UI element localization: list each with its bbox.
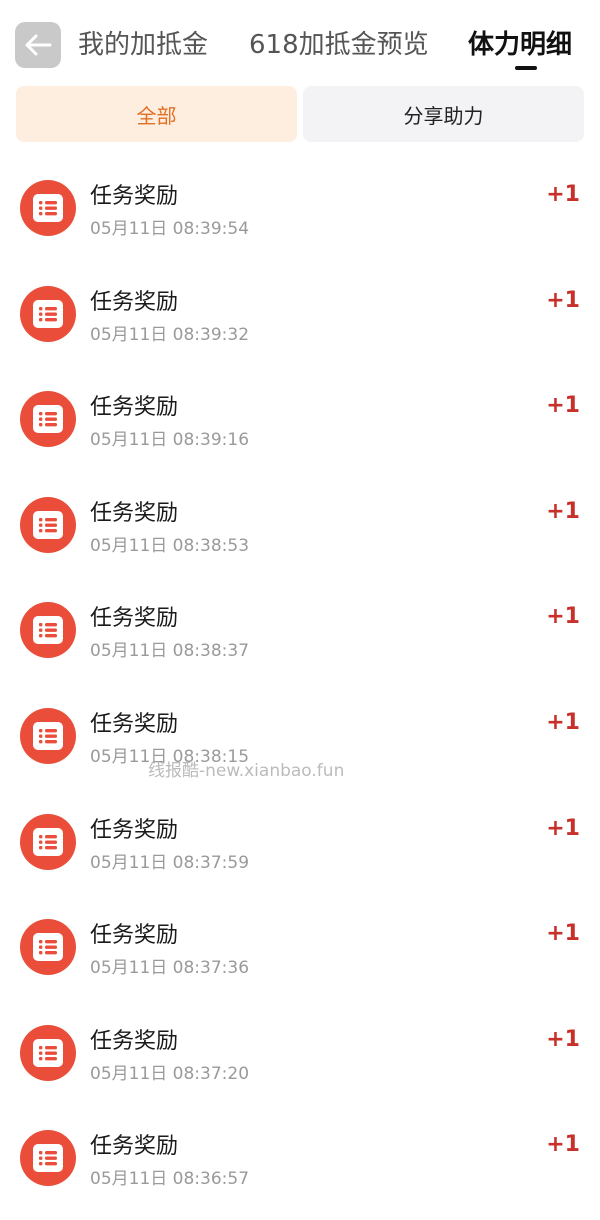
record-amount: +1 xyxy=(546,393,580,419)
page: 我的加抵金 618加抵金预览 体力明细 全部 分享助力 任务奖励 05月11日 … xyxy=(0,0,600,1220)
record-title: 任务奖励 xyxy=(90,923,179,949)
list-item[interactable]: 任务奖励 05月11日 08:38:37 +1 xyxy=(0,578,600,684)
list-icon xyxy=(20,1024,76,1081)
record-amount: +1 xyxy=(546,709,580,735)
record-title: 任务奖励 xyxy=(90,1028,179,1054)
record-time: 05月11日 08:39:16 xyxy=(90,430,250,451)
back-button[interactable] xyxy=(15,22,61,68)
record-title: 任务奖励 xyxy=(90,711,179,737)
record-title: 任务奖励 xyxy=(90,289,179,315)
filter-all-button[interactable]: 全部 xyxy=(16,86,297,142)
filter-bar: 全部 分享助力 xyxy=(16,86,584,142)
tab-my-deduction[interactable]: 我的加抵金 xyxy=(78,22,208,68)
record-amount: +1 xyxy=(546,1026,580,1052)
record-list: 任务奖励 05月11日 08:39:54 +1 任务奖励 05月11日 08:3… xyxy=(0,156,600,1212)
record-title: 任务奖励 xyxy=(90,606,179,632)
list-icon xyxy=(20,707,76,764)
header: 我的加抵金 618加抵金预览 体力明细 xyxy=(0,0,600,88)
watermark: 线报酷-new.xianbao.fun xyxy=(148,761,345,781)
record-time: 05月11日 08:36:57 xyxy=(90,1169,250,1190)
list-item[interactable]: 任务奖励 05月11日 08:38:53 +1 xyxy=(0,473,600,579)
record-amount: +1 xyxy=(546,287,580,313)
record-title: 任务奖励 xyxy=(90,500,179,526)
record-amount: +1 xyxy=(546,498,580,524)
list-item[interactable]: 任务奖励 05月11日 08:37:36 +1 xyxy=(0,895,600,1001)
record-title: 任务奖励 xyxy=(90,1134,179,1160)
list-icon xyxy=(20,813,76,870)
record-amount: +1 xyxy=(546,815,580,841)
record-time: 05月11日 08:37:20 xyxy=(90,1063,250,1084)
record-time: 05月11日 08:37:59 xyxy=(90,852,250,873)
list-icon xyxy=(20,919,76,976)
record-time: 05月11日 08:39:54 xyxy=(90,219,250,239)
record-title: 任务奖励 xyxy=(90,184,179,209)
filter-share-help-button[interactable]: 分享助力 xyxy=(303,86,584,142)
record-title: 任务奖励 xyxy=(90,817,179,843)
record-time: 05月11日 08:38:37 xyxy=(90,641,250,662)
list-icon xyxy=(20,602,76,659)
list-icon xyxy=(20,285,76,342)
record-amount: +1 xyxy=(546,604,580,630)
record-amount: +1 xyxy=(546,921,580,947)
arrow-left-icon xyxy=(25,34,52,56)
record-time: 05月11日 08:37:36 xyxy=(90,958,250,979)
list-item[interactable]: 任务奖励 05月11日 08:37:20 +1 xyxy=(0,1001,600,1107)
record-amount: +1 xyxy=(546,1132,580,1158)
record-amount: +1 xyxy=(546,182,580,207)
list-icon xyxy=(20,1130,76,1187)
list-item[interactable]: 任务奖励 05月11日 08:39:54 +1 xyxy=(0,156,600,262)
record-title: 任务奖励 xyxy=(90,395,179,421)
list-item[interactable]: 任务奖励 05月11日 08:37:59 +1 xyxy=(0,790,600,896)
tab-stamina-detail[interactable]: 体力明细 xyxy=(468,22,572,68)
list-item[interactable]: 任务奖励 05月11日 08:39:32 +1 xyxy=(0,262,600,368)
record-time: 05月11日 08:38:53 xyxy=(90,535,250,556)
list-icon xyxy=(20,496,76,553)
active-tab-indicator xyxy=(515,66,537,70)
tab-618-preview[interactable]: 618加抵金预览 xyxy=(249,22,429,68)
list-item[interactable]: 任务奖励 05月11日 08:36:57 +1 xyxy=(0,1106,600,1212)
list-icon xyxy=(20,180,76,236)
list-item[interactable]: 任务奖励 05月11日 08:39:16 +1 xyxy=(0,367,600,473)
list-icon xyxy=(20,391,76,448)
record-time: 05月11日 08:39:32 xyxy=(90,324,250,345)
